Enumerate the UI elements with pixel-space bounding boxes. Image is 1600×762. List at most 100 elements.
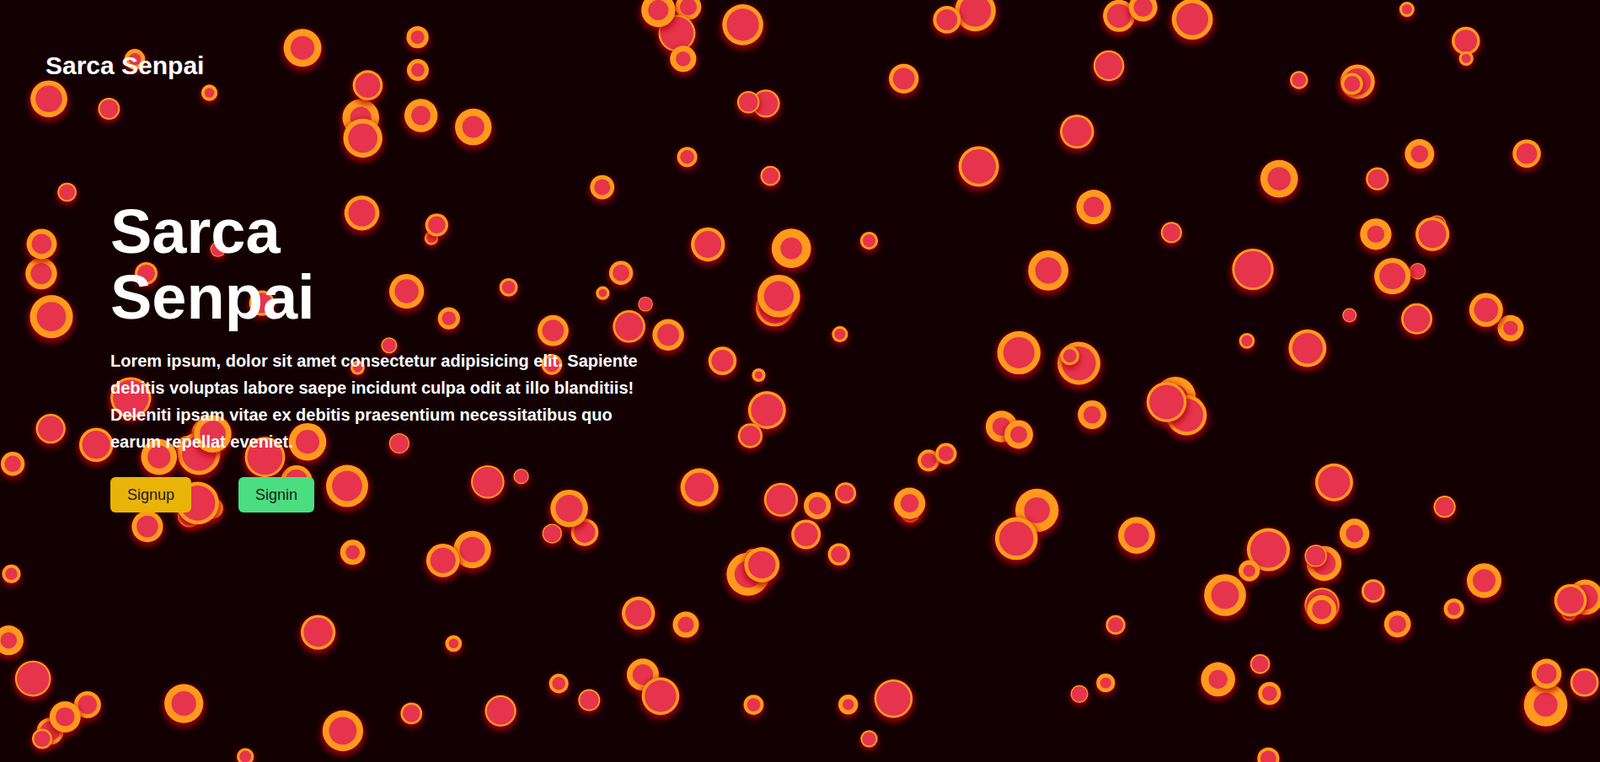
particle bbox=[323, 465, 371, 513]
particle bbox=[802, 492, 833, 524]
particle bbox=[1568, 668, 1600, 702]
particle bbox=[650, 318, 686, 355]
particle bbox=[995, 331, 1044, 380]
particle bbox=[1312, 463, 1355, 507]
particle bbox=[0, 451, 27, 480]
particle bbox=[1257, 160, 1301, 203]
particle bbox=[387, 273, 427, 314]
particle bbox=[754, 274, 803, 323]
particle bbox=[892, 487, 928, 524]
particle bbox=[512, 468, 530, 487]
particle bbox=[1257, 681, 1283, 709]
particle bbox=[830, 326, 849, 346]
particle bbox=[1358, 218, 1394, 255]
particle bbox=[48, 701, 83, 737]
particle bbox=[887, 64, 921, 98]
particle bbox=[1339, 73, 1365, 99]
particle bbox=[1002, 419, 1035, 453]
hero-text: Lorem ipsum, dolor sit amet consectetur … bbox=[110, 347, 667, 455]
particle bbox=[1337, 64, 1377, 103]
particle bbox=[0, 625, 26, 659]
particle bbox=[736, 422, 765, 452]
particle bbox=[77, 427, 116, 466]
particle bbox=[826, 542, 852, 569]
particle bbox=[402, 98, 440, 137]
hero: Sarca Senpai Lorem ipsum, dolor sit amet … bbox=[0, 80, 1600, 513]
particle bbox=[789, 519, 823, 553]
particle bbox=[1382, 610, 1413, 642]
hero-title: Sarca Senpai bbox=[110, 198, 364, 331]
particle bbox=[436, 307, 461, 334]
particle bbox=[751, 368, 767, 386]
particle bbox=[719, 4, 766, 51]
particle bbox=[1289, 70, 1310, 93]
particle bbox=[1398, 1, 1416, 21]
particle bbox=[1237, 332, 1256, 353]
particle bbox=[668, 45, 698, 76]
particle bbox=[399, 702, 424, 728]
particle bbox=[1359, 578, 1386, 606]
particle bbox=[1127, 0, 1160, 27]
particle bbox=[934, 443, 958, 469]
particle bbox=[1458, 51, 1475, 70]
signup-button[interactable]: Signup bbox=[110, 476, 192, 513]
particle bbox=[992, 517, 1041, 566]
particle bbox=[1095, 673, 1117, 696]
particle bbox=[689, 227, 728, 267]
particle bbox=[535, 315, 571, 351]
particle bbox=[1530, 658, 1564, 694]
particle bbox=[469, 465, 507, 504]
particle bbox=[735, 90, 761, 118]
particle bbox=[1371, 257, 1413, 300]
particle bbox=[1337, 518, 1372, 552]
particle bbox=[1248, 653, 1271, 678]
particle bbox=[341, 118, 386, 163]
logo[interactable]: Sarca Senpai bbox=[45, 50, 204, 81]
particle bbox=[769, 228, 814, 273]
particle bbox=[1510, 139, 1543, 172]
particle bbox=[497, 278, 519, 300]
particle bbox=[577, 688, 602, 715]
particle bbox=[1464, 562, 1504, 603]
particle bbox=[1551, 583, 1589, 621]
particle bbox=[320, 710, 366, 756]
particle bbox=[1432, 495, 1457, 522]
particle bbox=[338, 539, 367, 568]
particle bbox=[482, 695, 519, 731]
particle bbox=[759, 165, 782, 190]
particle bbox=[761, 482, 800, 522]
particle bbox=[423, 543, 462, 582]
button-row: Signup Signin bbox=[110, 476, 1600, 513]
particle bbox=[281, 28, 324, 72]
particle bbox=[1091, 50, 1127, 86]
particle bbox=[342, 195, 381, 236]
particle bbox=[931, 5, 963, 38]
particle bbox=[610, 310, 648, 348]
particle bbox=[200, 84, 220, 105]
particle bbox=[620, 596, 658, 635]
particle bbox=[547, 673, 570, 696]
particle bbox=[1399, 303, 1435, 339]
particle bbox=[706, 346, 739, 380]
navbar: Sarca Senpai bbox=[0, 0, 1600, 81]
particle bbox=[1303, 544, 1329, 571]
particle bbox=[31, 728, 54, 754]
particle bbox=[298, 614, 338, 654]
particle bbox=[1069, 684, 1089, 707]
particle bbox=[161, 684, 206, 728]
particle bbox=[33, 413, 68, 448]
particle bbox=[1025, 250, 1071, 296]
particle bbox=[0, 564, 22, 587]
particle bbox=[1169, 0, 1216, 45]
particle bbox=[96, 97, 122, 124]
particle bbox=[742, 546, 782, 587]
particle bbox=[12, 660, 54, 702]
particle bbox=[1413, 217, 1452, 257]
particle bbox=[1402, 139, 1436, 173]
particle bbox=[1466, 293, 1505, 332]
particle bbox=[1059, 346, 1081, 370]
particle bbox=[742, 694, 766, 718]
signin-button[interactable]: Signin bbox=[238, 476, 315, 513]
particle bbox=[1058, 114, 1097, 154]
particle bbox=[24, 228, 59, 263]
